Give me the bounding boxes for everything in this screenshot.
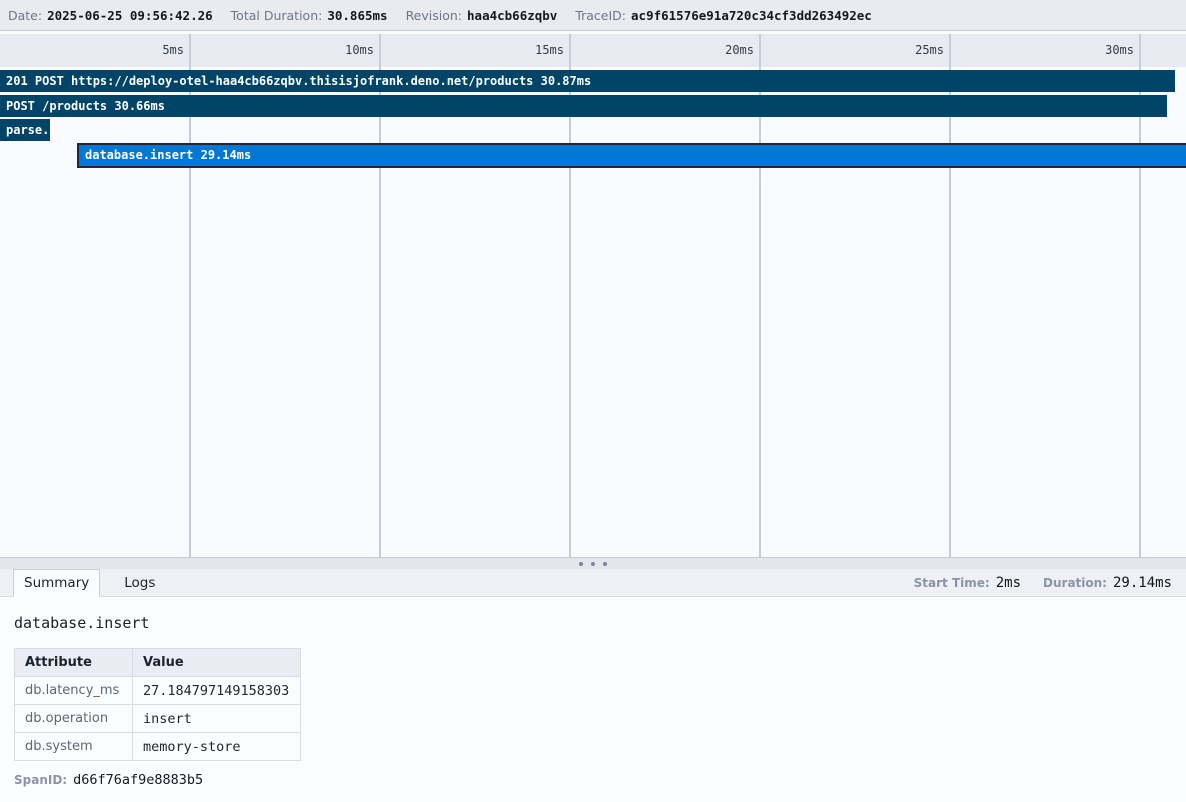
trace-date: Date: 2025-06-25 09:56:42.26 bbox=[8, 8, 213, 23]
attribute-name: db.operation bbox=[15, 705, 133, 733]
trace-id: TraceID: ac9f61576e91a720c34cf3dd263492e… bbox=[575, 8, 872, 23]
trace-id-label: TraceID: bbox=[575, 8, 626, 23]
date-value: 2025-06-25 09:56:42.26 bbox=[47, 8, 213, 23]
selected-span-name: database.insert bbox=[14, 614, 1172, 632]
attribute-value: memory-store bbox=[133, 733, 301, 761]
axis-tick-label: 10ms bbox=[304, 43, 374, 57]
resize-handle-dot bbox=[603, 562, 607, 566]
attribute-value: 27.184797149158303 bbox=[133, 677, 301, 705]
tab-logs[interactable]: Logs bbox=[114, 569, 165, 596]
span-bar-selected[interactable]: database.insert 29.14ms bbox=[77, 143, 1186, 168]
span-waterfall: 5ms 10ms 15ms 20ms 25ms 30ms 201 POST https://… bbox=[0, 34, 1186, 557]
value-column-header: Value bbox=[133, 649, 301, 677]
span-attributes-table: Attribute Value db.latency_ms27.18479714… bbox=[14, 648, 301, 761]
detail-tabs: Summary Logs bbox=[13, 569, 165, 596]
duration-value: 29.14ms bbox=[1113, 575, 1172, 591]
axis-tick-label: 15ms bbox=[494, 43, 564, 57]
trace-id-value: ac9f61576e91a720c34cf3dd263492ec bbox=[631, 8, 872, 23]
tab-summary[interactable]: Summary bbox=[13, 569, 100, 597]
span-bar[interactable]: 201 POST https://deploy-otel-haa4cb66zqb… bbox=[0, 70, 1175, 92]
trace-viewer: Date: 2025-06-25 09:56:42.26 Total Durat… bbox=[0, 0, 1186, 802]
span-timing-stats: Start Time: 2ms Duration: 29.14ms bbox=[914, 569, 1186, 596]
resize-handle-dot bbox=[579, 562, 583, 566]
summary-panel: database.insert Attribute Value db.laten… bbox=[0, 597, 1186, 802]
attribute-row: db.operationinsert bbox=[15, 705, 301, 733]
attribute-column-header: Attribute bbox=[15, 649, 133, 677]
span-bar[interactable]: parse. bbox=[0, 119, 50, 141]
span-id-value: d66f76af9e8883b5 bbox=[73, 772, 203, 788]
detail-tabbar: Summary Logs Start Time: 2ms Duration: 29… bbox=[0, 569, 1186, 597]
attribute-row: db.systemmemory-store bbox=[15, 733, 301, 761]
trace-total-duration: Total Duration: 30.865ms bbox=[231, 8, 388, 23]
trace-revision: Revision: haa4cb66zqbv bbox=[406, 8, 558, 23]
revision-value: haa4cb66zqbv bbox=[467, 8, 557, 23]
start-time-value: 2ms bbox=[996, 575, 1021, 591]
axis-tick-label: 30ms bbox=[1064, 43, 1134, 57]
axis-tick-label: 20ms bbox=[684, 43, 754, 57]
attribute-value: insert bbox=[133, 705, 301, 733]
panel-resize-handle[interactable] bbox=[0, 557, 1186, 569]
total-duration-value: 30.865ms bbox=[327, 8, 387, 23]
axis-tick-label: 5ms bbox=[114, 43, 184, 57]
revision-label: Revision: bbox=[406, 8, 462, 23]
attribute-name: db.latency_ms bbox=[15, 677, 133, 705]
span-bar[interactable]: POST /products 30.66ms bbox=[0, 95, 1167, 117]
attribute-name: db.system bbox=[15, 733, 133, 761]
date-label: Date: bbox=[8, 8, 42, 23]
start-time-stat: Start Time: 2ms bbox=[914, 575, 1021, 591]
total-duration-label: Total Duration: bbox=[231, 8, 323, 23]
duration-stat: Duration: 29.14ms bbox=[1043, 575, 1172, 591]
trace-info-bar: Date: 2025-06-25 09:56:42.26 Total Durat… bbox=[0, 0, 1186, 31]
span-id-line: SpanID: d66f76af9e8883b5 bbox=[14, 772, 1172, 788]
start-time-label: Start Time: bbox=[914, 576, 990, 590]
span-id-label: SpanID: bbox=[14, 773, 67, 787]
axis-tick-label: 25ms bbox=[874, 43, 944, 57]
attributes-header-row: Attribute Value bbox=[15, 649, 301, 677]
duration-label: Duration: bbox=[1043, 576, 1107, 590]
attribute-row: db.latency_ms27.184797149158303 bbox=[15, 677, 301, 705]
resize-handle-dot bbox=[591, 562, 595, 566]
